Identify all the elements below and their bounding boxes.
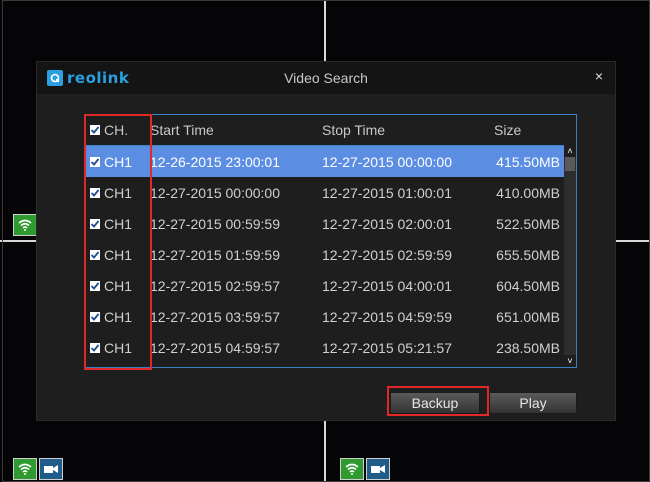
wifi-icon	[13, 214, 37, 236]
table-row[interactable]: CH1 12-27-2015 03:59:57 12-27-2015 04:59:5…	[86, 301, 576, 332]
table-row[interactable]: CH1 12-27-2015 02:59:57 12-27-2015 04:00:0…	[86, 270, 576, 301]
video-camera-icon	[366, 458, 390, 480]
recording-table: CH. Start Time Stop Time Size CH1 12-26-2…	[85, 114, 577, 368]
play-button[interactable]: Play	[489, 392, 577, 414]
cell-stop-time: 12-27-2015 02:00:01	[322, 215, 452, 232]
cell-size: 238.50MB	[496, 339, 560, 356]
header-start-time[interactable]: Start Time	[150, 122, 322, 138]
highlight-backup-button	[387, 386, 489, 416]
cell-stop-time: 12-27-2015 05:21:57	[322, 339, 452, 356]
header-stop-time[interactable]: Stop Time	[322, 122, 494, 138]
header-size[interactable]: Size	[494, 122, 560, 138]
table-scrollbar[interactable]: ˄ ˅	[564, 145, 576, 367]
wifi-icon	[13, 458, 37, 480]
table-row[interactable]: CH1 12-26-2015 23:00:01 12-27-2015 00:00:0…	[86, 146, 576, 177]
wifi-icon	[340, 458, 364, 480]
cell-start-time: 12-27-2015 04:59:57	[150, 339, 280, 356]
cell-size: 415.50MB	[496, 153, 560, 170]
channel-status-bottom-left	[13, 458, 63, 480]
table-row[interactable]: CH1 12-27-2015 00:00:00 12-27-2015 01:00:0…	[86, 177, 576, 208]
scroll-down-icon[interactable]: ˅	[564, 355, 576, 367]
channel-status-top-left	[13, 214, 37, 236]
cell-size: 604.50MB	[496, 277, 560, 294]
channel-status-bottom-right	[340, 458, 390, 480]
cell-stop-time: 12-27-2015 02:59:59	[322, 246, 452, 263]
cell-size: 651.00MB	[496, 308, 560, 325]
highlight-ch-column	[84, 114, 152, 370]
cell-size: 655.50MB	[496, 246, 560, 263]
cell-stop-time: 12-27-2015 00:00:00	[322, 153, 452, 170]
cell-size: 410.00MB	[496, 184, 560, 201]
scroll-up-icon[interactable]: ˄	[564, 145, 576, 157]
close-icon[interactable]: ×	[595, 68, 603, 84]
dialog-title: Video Search	[284, 70, 368, 86]
cell-stop-time: 12-27-2015 04:59:59	[322, 308, 452, 325]
cell-start-time: 12-27-2015 00:59:59	[150, 215, 280, 232]
table-body: CH1 12-26-2015 23:00:01 12-27-2015 00:00:0…	[86, 146, 576, 363]
cell-stop-time: 12-27-2015 04:00:01	[322, 277, 452, 294]
table-row[interactable]: CH1 12-27-2015 01:59:59 12-27-2015 02:59:5…	[86, 239, 576, 270]
table-row[interactable]: CH1 12-27-2015 00:59:59 12-27-2015 02:00:0…	[86, 208, 576, 239]
table-header: CH. Start Time Stop Time Size	[86, 115, 576, 146]
scroll-thumb[interactable]	[565, 157, 575, 171]
cell-start-time: 12-27-2015 00:00:00	[150, 184, 280, 201]
cell-stop-time: 12-27-2015 01:00:01	[322, 184, 452, 201]
cell-start-time: 12-27-2015 03:59:57	[150, 308, 280, 325]
cell-size: 522.50MB	[496, 215, 560, 232]
cell-start-time: 12-27-2015 02:59:57	[150, 277, 280, 294]
dialog-titlebar: reolink Video Search ×	[37, 62, 615, 94]
cell-start-time: 12-27-2015 01:59:59	[150, 246, 280, 263]
video-camera-icon	[39, 458, 63, 480]
cell-start-time: 12-26-2015 23:00:01	[150, 153, 280, 170]
table-row[interactable]: CH1 12-27-2015 04:59:57 12-27-2015 05:21:5…	[86, 332, 576, 363]
